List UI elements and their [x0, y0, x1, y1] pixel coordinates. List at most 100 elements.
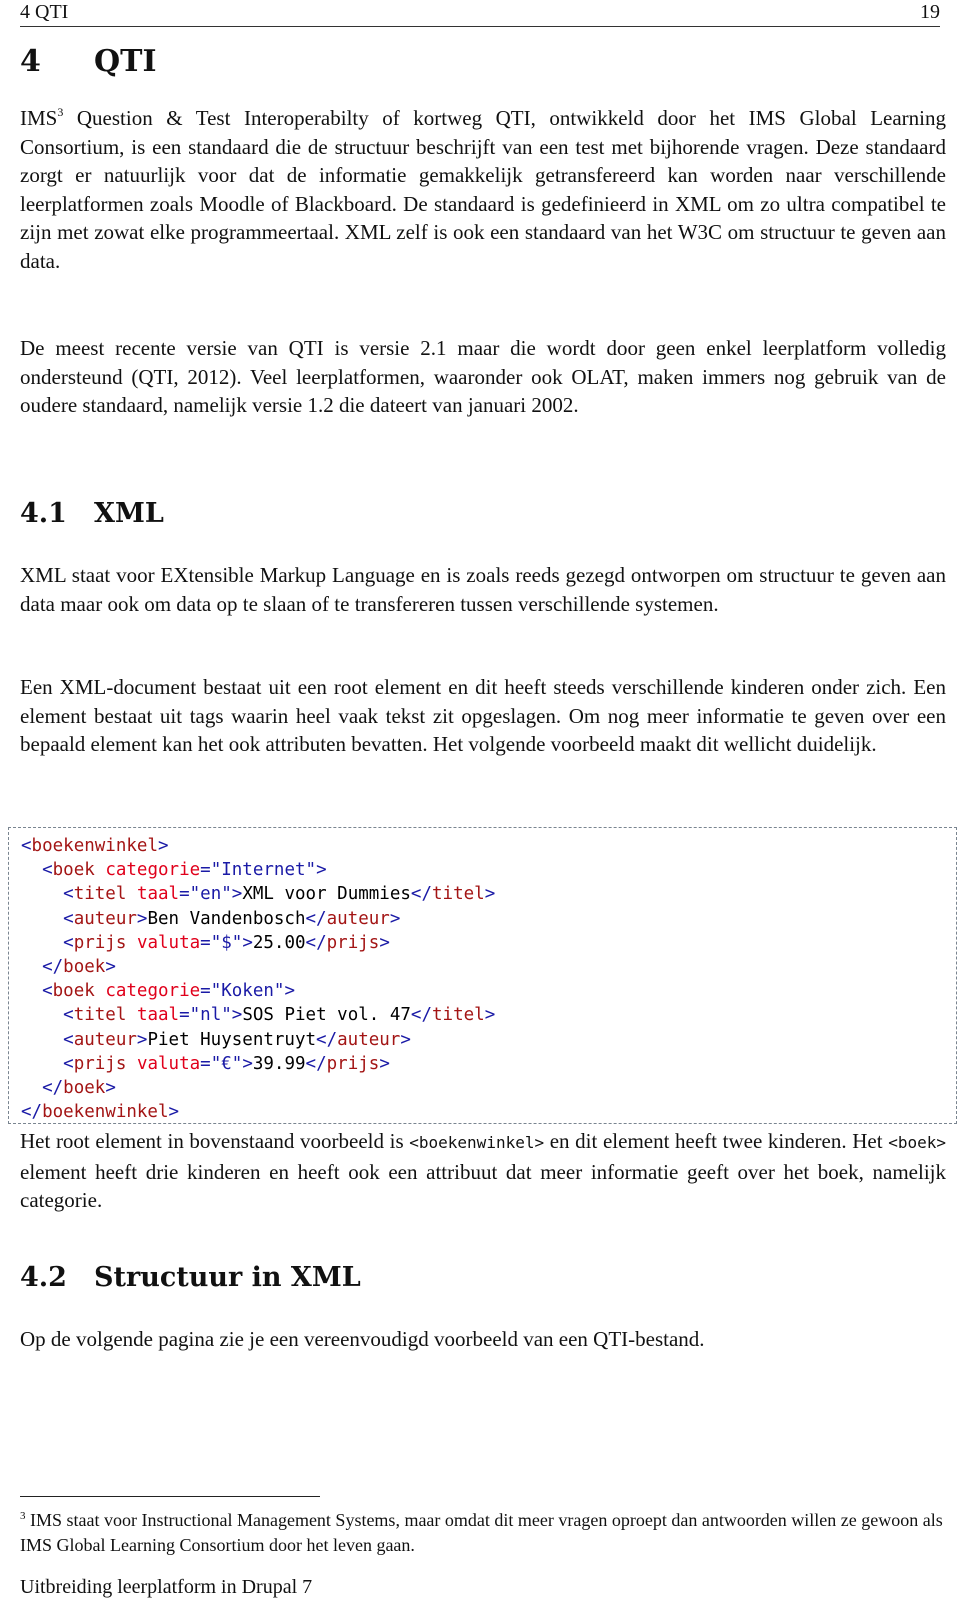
code-bracket: > [136, 1029, 148, 1050]
code-attribute-name: categorie [105, 860, 201, 881]
code-tag-name: titel [432, 884, 485, 905]
code-bracket: </ [305, 932, 327, 953]
code-line: <titel taal="en">XML voor Dummies</titel… [21, 882, 956, 906]
code-text: SOS Piet vol. 47 [242, 1005, 411, 1026]
code-attribute-value: "Koken" [210, 981, 285, 1002]
code-bracket: </ [316, 1029, 338, 1050]
xml-paragraph-2: Een XML-document bestaat uit een root el… [20, 675, 946, 757]
code-bracket: > [400, 1029, 411, 1050]
code-line: </boek> [21, 1076, 956, 1100]
code-bracket: > [284, 981, 296, 1002]
code-text: XML voor Dummies [242, 884, 411, 905]
code-bracket: > [105, 1077, 116, 1098]
code-attribute-name: valuta [136, 932, 201, 953]
intro-paragraph-2: De meest recente versie van QTI is versi… [20, 336, 946, 418]
code-bracket: > [242, 932, 253, 953]
code-bracket: < [63, 1005, 74, 1026]
code-line: <boekenwinkel> [21, 834, 956, 858]
code-tag-name: auteur [73, 908, 137, 929]
code-equals: = [200, 860, 211, 881]
code-attribute-name: categorie [105, 981, 201, 1002]
text: IMS [20, 106, 58, 130]
heading-title: QTI [94, 44, 157, 79]
code-tag-name: prijs [73, 932, 127, 953]
xml-code-example: <boekenwinkel> <boek categorie="Internet… [8, 827, 957, 1124]
code-equals: = [200, 932, 211, 953]
code-tag-name: boekenwinkel [42, 1102, 169, 1123]
code-line: <boek categorie="Internet"> [21, 858, 956, 882]
code-bracket: > [136, 908, 148, 929]
code-equals: = [200, 981, 211, 1002]
footnote-text: IMS staat voor Instructional Management … [20, 1510, 943, 1555]
footnote-divider [20, 1496, 320, 1497]
text: Het root element in bovenstaand voorbeel… [20, 1129, 410, 1153]
code-tag-name: boekenwinkel [31, 836, 158, 856]
code-equals: = [179, 884, 190, 905]
code-tag-name: titel [432, 1005, 485, 1026]
code-text: 39.99 [252, 1053, 306, 1074]
structure-paragraph-1: Op de volgende pagina zie je een vereenv… [20, 1327, 705, 1351]
code-line: <prijs valuta="€">39.99</prijs> [21, 1052, 956, 1076]
running-footer: Uitbreiding leerplatform in Drupal 7 [20, 1576, 313, 1598]
code-line: <titel taal="nl">SOS Piet vol. 47</titel… [21, 1003, 956, 1027]
code-attribute-value: "€" [210, 1053, 243, 1074]
code-tag-name: prijs [326, 932, 380, 953]
code-bracket: </ [42, 956, 64, 977]
heading-number: 4.1 [20, 498, 67, 529]
code-attribute-value: "en" [189, 884, 232, 905]
running-header: 4 QTI 19 [20, 0, 940, 27]
code-text: Piet Huysentruyt [147, 1029, 317, 1050]
code-line: </boekenwinkel> [21, 1100, 956, 1124]
code-tag-name: boek [63, 1077, 106, 1098]
code-line: <auteur>Ben Vandenbosch</auteur> [21, 907, 956, 931]
code-bracket: > [168, 1102, 180, 1123]
code-bracket: </ [305, 1053, 327, 1074]
code-line: <boek categorie="Koken"> [21, 979, 956, 1003]
header-chapter: 4 QTI [20, 1, 69, 23]
code-bracket: > [389, 908, 401, 929]
heading-section-4-2: 4.2 Structuur in XML [20, 1262, 361, 1293]
intro-paragraph-1: IMS3 Question & Test Interoperabilty of … [20, 104, 946, 276]
code-tag-name: prijs [73, 1053, 127, 1074]
code-text: 25.00 [252, 932, 306, 953]
code-bracket: > [242, 1053, 253, 1074]
xml-paragraph-1: XML staat voor EXtensible Markup Languag… [20, 563, 946, 616]
code-bracket: < [63, 908, 74, 929]
code-bracket: > [231, 884, 243, 905]
code-tag-name: auteur [337, 1029, 401, 1050]
code-tag-name: boek [52, 981, 95, 1002]
code-bracket: < [42, 860, 53, 881]
code-bracket: > [316, 860, 327, 881]
heading-chapter-4: 4 QTI [20, 44, 157, 79]
code-line: <auteur>Piet Huysentruyt</auteur> [21, 1028, 956, 1052]
code-attribute-name: taal [136, 884, 180, 905]
code-tag-name: auteur [326, 908, 390, 929]
code-equals: = [179, 1005, 190, 1026]
code-attribute-value: "$" [210, 932, 243, 953]
code-bracket: > [157, 836, 169, 856]
heading-title: Structuur in XML [94, 1262, 361, 1293]
footnote: 3 IMS staat voor Instructional Managemen… [20, 1508, 950, 1557]
code-tag-name: boek [52, 860, 95, 881]
code-tag-name: titel [73, 1005, 127, 1026]
heading-title: XML [94, 498, 164, 529]
xml-paragraph-3: Het root element in bovenstaand voorbeel… [20, 1127, 946, 1215]
code-tag-name: prijs [326, 1053, 380, 1074]
code-bracket: </ [305, 908, 327, 929]
code-bracket: </ [42, 1077, 64, 1098]
code-line: <prijs valuta="$">25.00</prijs> [21, 931, 956, 955]
code-attribute-value: "nl" [189, 1005, 232, 1026]
code-text: Ben Vandenbosch [147, 908, 306, 929]
code-bracket: < [42, 981, 53, 1002]
code-bracket: < [63, 932, 74, 953]
heading-section-4-1: 4.1 XML [20, 498, 164, 529]
code-bracket: </ [410, 884, 432, 905]
code-bracket: > [484, 884, 496, 905]
code-bracket: > [105, 956, 116, 977]
code-tag-name: auteur [73, 1029, 137, 1050]
code-attribute-name: valuta [136, 1053, 201, 1074]
code-bracket: </ [410, 1005, 432, 1026]
text: en dit element heeft twee kinderen. Het [544, 1129, 889, 1153]
code-bracket: < [63, 1029, 74, 1050]
code-bracket: > [484, 1005, 496, 1026]
